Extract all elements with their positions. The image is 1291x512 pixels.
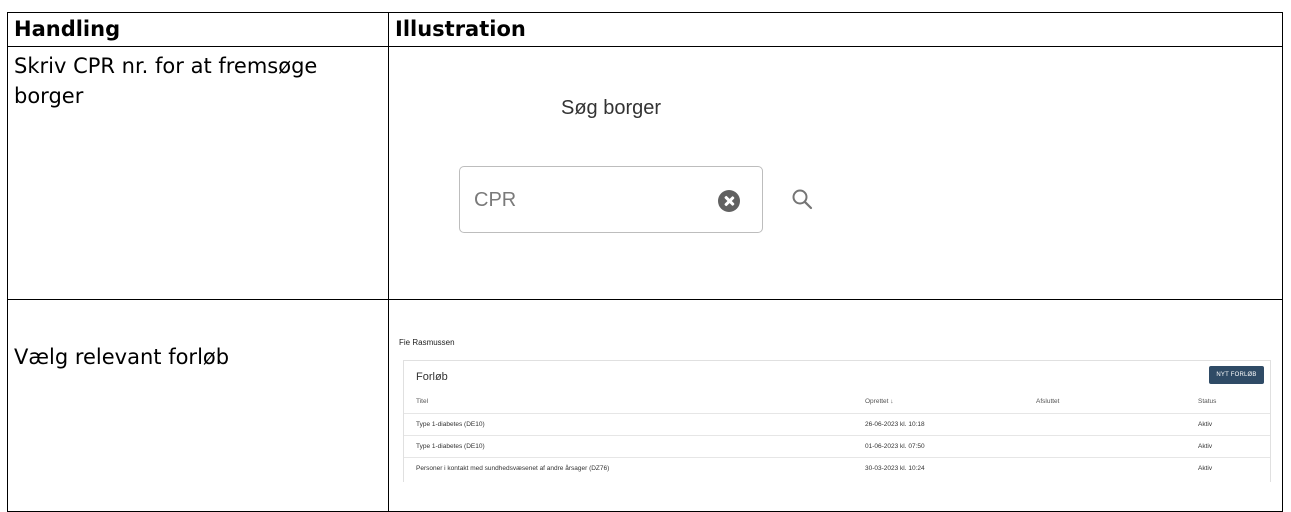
cpr-placeholder: CPR	[474, 189, 517, 211]
panel-title: Forløb	[416, 371, 448, 383]
cpr-input[interactable]: CPR	[459, 166, 763, 233]
instruction-table: Handling Illustration Skriv CPR nr. for …	[7, 12, 1283, 512]
row-created: 26-06-2023 kl. 10:18	[865, 421, 925, 428]
row-status: Aktiv	[1198, 421, 1213, 428]
forloeb-panel: Forløb NYT FORLØB Titel Oprettet ↓ Afslu…	[403, 360, 1271, 482]
table-header-row: Handling Illustration	[7, 12, 1283, 47]
column-status[interactable]: Status	[1198, 398, 1216, 405]
column-ended[interactable]: Afsluttet	[1036, 398, 1059, 405]
person-name: Fie Rasmussen	[399, 338, 455, 347]
search-citizen-illustration: Søg borger CPR	[389, 47, 1282, 299]
table-row: Vælg relevant forløb Fie Rasmussen Forlø…	[7, 299, 1283, 512]
illustration-cell: Søg borger CPR	[388, 46, 1283, 300]
row-title: Type 1-diabetes (DE10)	[416, 421, 485, 428]
clear-icon[interactable]	[718, 190, 740, 212]
row-created: 01-06-2023 kl. 07:50	[865, 443, 925, 450]
row-status: Aktiv	[1198, 465, 1213, 472]
forloeb-illustration: Fie Rasmussen Forløb NYT FORLØB Titel Op…	[389, 300, 1282, 511]
header-illustration: Illustration	[388, 12, 1283, 47]
list-header: Titel Oprettet ↓ Afsluttet Status	[404, 391, 1270, 413]
header-handling: Handling	[7, 12, 389, 47]
action-text: Vælg relevant forløb	[7, 299, 389, 512]
list-item[interactable]: Personer i kontakt med sundhedsvæsenet a…	[404, 457, 1270, 479]
illustration-cell: Fie Rasmussen Forløb NYT FORLØB Titel Op…	[388, 299, 1283, 512]
search-title: Søg borger	[561, 97, 662, 119]
row-title: Personer i kontakt med sundhedsvæsenet a…	[416, 465, 610, 472]
column-title[interactable]: Titel	[416, 398, 428, 405]
row-status: Aktiv	[1198, 443, 1213, 450]
row-created: 30-03-2023 kl. 10:24	[865, 465, 925, 472]
new-forloeb-button[interactable]: NYT FORLØB	[1209, 366, 1264, 384]
action-text: Skriv CPR nr. for at fremsøge borger	[7, 46, 389, 300]
column-created[interactable]: Oprettet ↓	[865, 398, 894, 405]
table-row: Skriv CPR nr. for at fremsøge borger Søg…	[7, 46, 1283, 300]
list-item[interactable]: Type 1-diabetes (DE10) 26-06-2023 kl. 10…	[404, 413, 1270, 435]
list-item[interactable]: Type 1-diabetes (DE10) 01-06-2023 kl. 07…	[404, 435, 1270, 457]
search-icon[interactable]	[791, 188, 813, 210]
row-title: Type 1-diabetes (DE10)	[416, 443, 485, 450]
